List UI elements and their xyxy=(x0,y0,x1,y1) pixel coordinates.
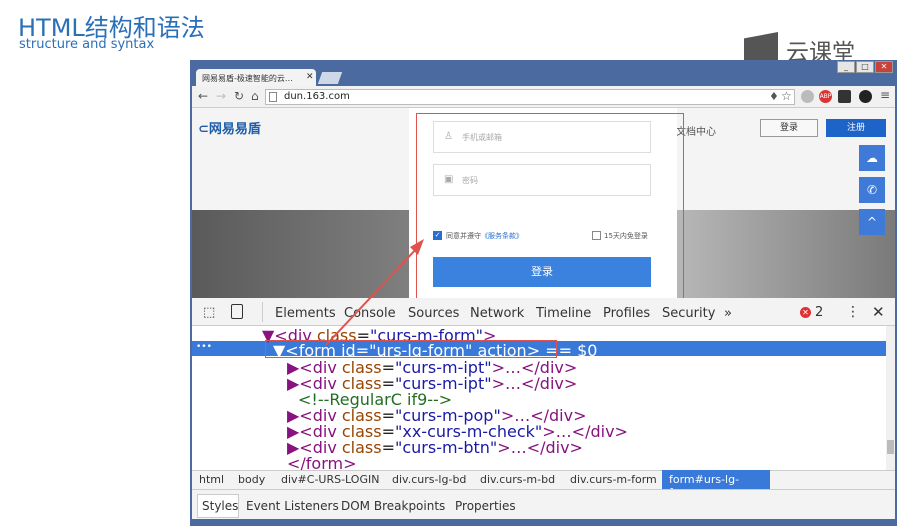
tab-close-icon[interactable]: ✕ xyxy=(306,72,314,82)
up-icon[interactable]: ^ xyxy=(859,209,885,235)
header-login-button[interactable]: 登录 xyxy=(760,119,818,137)
error-icon[interactable]: ✕ xyxy=(800,307,811,318)
extension-mask-icon[interactable] xyxy=(838,90,851,103)
subtab-event-listeners[interactable]: Event Listeners xyxy=(246,499,339,513)
home-icon[interactable]: ⌂ xyxy=(251,89,259,103)
back-icon[interactable]: ← xyxy=(198,89,208,103)
highlight-box-modal xyxy=(416,113,684,299)
crumb-html[interactable]: html xyxy=(199,473,224,486)
minimize-button[interactable]: _ xyxy=(837,61,855,73)
header-register-button[interactable]: 注册 xyxy=(826,119,886,137)
menu-icon[interactable]: ≡ xyxy=(880,88,890,102)
site-logo-text: 网易易盾 xyxy=(208,122,261,137)
toolbar-divider xyxy=(262,302,263,322)
tab-profiles[interactable]: Profiles xyxy=(603,306,650,321)
crumb-div-lg-bd[interactable]: div.curs-lg-bd xyxy=(392,473,466,486)
tab-security[interactable]: Security xyxy=(662,306,715,321)
browser-tab[interactable]: 网易易盾-极速智能的云… xyxy=(196,69,316,87)
error-count[interactable]: 2 xyxy=(815,305,823,320)
forward-icon[interactable]: → xyxy=(216,89,226,103)
more-tabs-button[interactable]: » xyxy=(724,306,732,321)
adblock-icon[interactable]: ABP xyxy=(819,90,832,103)
reload-icon[interactable]: ↻ xyxy=(234,89,244,103)
tab-network[interactable]: Network xyxy=(470,306,524,321)
key-icon[interactable]: ♦ xyxy=(769,90,779,103)
device-mode-icon[interactable] xyxy=(231,304,243,319)
site-logo[interactable]: ⊂网易易盾 xyxy=(198,118,261,137)
annotation-arrow xyxy=(325,239,424,346)
crumb-div-m-bd[interactable]: div.curs-m-bd xyxy=(480,473,555,486)
scrollbar-thumb[interactable] xyxy=(887,440,894,454)
page-icon xyxy=(269,92,277,102)
crumb-body[interactable]: body xyxy=(238,473,265,486)
devtools-close-icon[interactable]: ✕ xyxy=(872,303,885,321)
extension-circle-icon[interactable] xyxy=(859,90,872,103)
phone-icon[interactable]: ✆ xyxy=(859,177,885,203)
crumb-div-login[interactable]: div#C-URS-LOGIN xyxy=(281,473,379,486)
tab-title: 网易易盾-极速智能的云… xyxy=(202,74,293,83)
bookmark-star-icon[interactable]: ☆ xyxy=(781,89,792,103)
crumb-div-m-form[interactable]: div.curs-m-form xyxy=(570,473,657,486)
devtools-menu-icon[interactable]: ⋮ xyxy=(846,304,860,320)
shield-logo-icon: ⊂ xyxy=(198,122,209,137)
maximize-button[interactable]: □ xyxy=(856,61,874,73)
subtab-properties[interactable]: Properties xyxy=(455,499,516,513)
url-bar[interactable]: dun.163.com xyxy=(265,89,795,105)
slide-subtitle: structure and syntax xyxy=(19,37,155,52)
extension-icon[interactable] xyxy=(801,90,814,103)
ellipsis-icon[interactable]: ••• xyxy=(196,342,212,352)
url-text: dun.163.com xyxy=(284,91,350,102)
crumb-form-selected[interactable]: form#urs-lg-form xyxy=(662,470,770,499)
chat-icon[interactable]: ☁ xyxy=(859,145,885,171)
tab-timeline[interactable]: Timeline xyxy=(536,306,591,321)
inspect-element-icon[interactable]: ⬚ xyxy=(203,305,215,320)
subtab-dom-breakpoints[interactable]: DOM Breakpoints xyxy=(341,499,445,513)
subtab-styles[interactable]: Styles xyxy=(202,499,238,513)
window-close-button[interactable]: ✕ xyxy=(875,61,893,73)
